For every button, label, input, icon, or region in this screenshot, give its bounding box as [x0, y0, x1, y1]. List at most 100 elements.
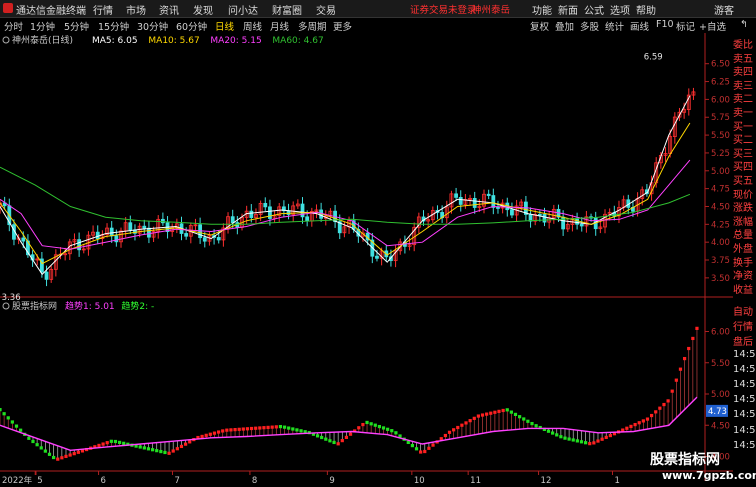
indicator-step: [2, 412, 6, 416]
indicator-step: [225, 428, 229, 432]
indicator-step: [299, 429, 303, 433]
menu-gongneng[interactable]: 功能: [532, 2, 552, 17]
indicator-step: [328, 439, 332, 443]
indicator-step: [117, 440, 122, 445]
indicator-step: [394, 431, 398, 435]
menu-caifuquan[interactable]: 财富圈: [272, 2, 302, 17]
price-tick-label: 6.25: [711, 78, 730, 88]
price-tick-label: 5.25: [711, 149, 730, 159]
indicator-step: [592, 441, 596, 445]
indicator-step: [146, 447, 151, 451]
indicator-step: [76, 450, 80, 454]
btn-f10[interactable]: F10: [656, 19, 674, 30]
menu-jiaoyi[interactable]: 交易: [316, 2, 336, 17]
time-axis-label: 8: [252, 476, 257, 486]
indicator-step: [315, 434, 320, 438]
kline-chart[interactable]: 神州泰岳(日线) MA5: 6.05 MA10: 5.67 MA20: 5.15 MA6…: [0, 33, 733, 487]
candle-body: [249, 210, 254, 218]
indicator-step: [546, 429, 551, 433]
indicator-legend-toggle-icon: [2, 302, 10, 310]
menu-youke[interactable]: 游客: [714, 2, 734, 17]
indicator-step: [447, 430, 452, 434]
price-tick-label: 3.50: [711, 274, 730, 284]
indicator-step: [571, 438, 575, 442]
indicator-step: [472, 416, 476, 420]
indicator-step: [19, 428, 23, 432]
menu-bangzhu[interactable]: 帮助: [636, 2, 656, 17]
price-legend-title: 神州泰岳(日线): [12, 34, 73, 46]
candle-body: [230, 216, 235, 223]
candle-body: [109, 227, 114, 237]
indicator-step: [208, 432, 212, 436]
period-5min[interactable]: 5分钟: [64, 19, 89, 33]
indicator-step: [431, 443, 435, 447]
indicator-step: [596, 439, 600, 443]
menu-zixun[interactable]: 资讯: [159, 2, 179, 17]
menu-shichang[interactable]: 市场: [126, 2, 146, 17]
indicator-step: [522, 417, 526, 421]
indicator-step: [365, 420, 369, 425]
btn-diejia[interactable]: 叠加: [555, 19, 574, 33]
btn-biaoji[interactable]: 标记: [676, 19, 695, 33]
btn-fuquan[interactable]: 复权: [530, 19, 549, 33]
indicator-step: [138, 445, 142, 449]
period-60min[interactable]: 60分钟: [176, 19, 207, 33]
btn-zixuan[interactable]: +自选: [699, 19, 726, 33]
price-legend-item: MA20: 5.15: [210, 36, 261, 46]
stock-link[interactable]: 神州泰岳: [472, 2, 510, 16]
period-daily[interactable]: 日线: [215, 19, 234, 33]
indicator-step: [637, 421, 641, 425]
indicator-step: [233, 427, 237, 432]
indicator-tick-label: 6.00: [711, 328, 730, 338]
period-15min[interactable]: 15分钟: [98, 19, 129, 33]
btn-duogu[interactable]: 多股: [580, 19, 599, 33]
indicator-step: [274, 425, 278, 429]
indicator-step: [687, 346, 691, 351]
menu-gongshi[interactable]: 公式: [584, 2, 604, 17]
period-more[interactable]: 更多: [333, 19, 352, 33]
time-axis-label: 2022年: [2, 475, 33, 486]
candle-body: [491, 195, 496, 208]
login-notice[interactable]: 证券交易未登录: [410, 2, 477, 16]
price-tick-label: 3.75: [711, 256, 730, 266]
candle-body: [147, 227, 151, 238]
indicator-step: [287, 426, 291, 430]
indicator-step: [150, 448, 155, 452]
indicator-step: [113, 439, 118, 444]
indicator-step: [423, 449, 427, 454]
period-monthly[interactable]: 月线: [270, 19, 289, 33]
menu-faxian[interactable]: 发现: [193, 2, 213, 17]
indicator-step: [629, 424, 633, 429]
return-icon[interactable]: ↰: [740, 19, 748, 30]
period-fenshi[interactable]: 分时: [4, 19, 23, 33]
menu-xinmian[interactable]: 新面: [558, 2, 578, 17]
candle-body: [472, 198, 477, 208]
indicator-step: [588, 442, 592, 446]
indicator-step: [324, 437, 328, 441]
period-30min[interactable]: 30分钟: [137, 19, 168, 33]
candle-body: [486, 193, 491, 196]
indicator-step: [493, 410, 497, 414]
candle-body: [458, 197, 463, 205]
indicator-step: [163, 450, 167, 455]
menu-xuanxiang[interactable]: 选项: [610, 2, 630, 17]
indicator-step: [480, 413, 485, 417]
period-multi[interactable]: 多周期: [298, 19, 327, 33]
btn-huaxian[interactable]: 画线: [630, 19, 649, 33]
indicator-step: [489, 411, 493, 415]
indicator-step: [291, 427, 295, 431]
menu-wenxiaoda[interactable]: 问小达: [228, 2, 258, 17]
indicator-legend-item: 趋势2: -: [121, 300, 154, 312]
indicator-step: [505, 408, 509, 412]
candle-body: [160, 218, 165, 224]
period-1min[interactable]: 1分钟: [30, 19, 55, 33]
watermark-url: www.7gpzb.com: [662, 469, 756, 482]
candle-body: [542, 214, 547, 223]
menu-hangqing[interactable]: 行情: [93, 2, 113, 17]
price-legend-item: MA5: 6.05: [92, 36, 138, 46]
indicator-tick-label: 4.50: [711, 421, 730, 431]
side-label-bottom: 14:50: [733, 348, 756, 360]
btn-tongji[interactable]: 统计: [605, 19, 624, 33]
period-weekly[interactable]: 周线: [243, 19, 262, 33]
candle-body: [44, 271, 49, 280]
